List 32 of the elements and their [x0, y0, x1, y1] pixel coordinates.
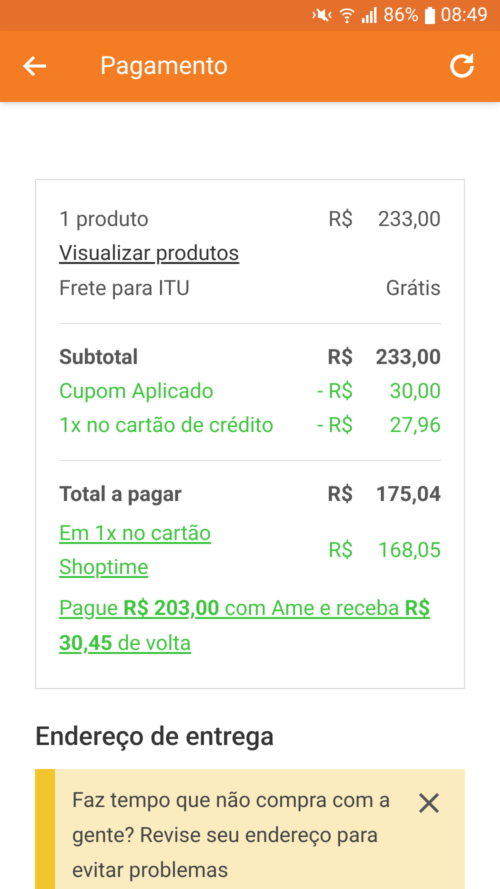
- battery-percentage: 86%: [383, 2, 419, 28]
- currency-label: R$: [328, 538, 353, 565]
- amount: Grátis: [386, 276, 441, 303]
- summary-label: 1 produto: [59, 207, 150, 234]
- wifi-icon: [339, 7, 356, 24]
- amount: 175,04: [374, 482, 441, 509]
- currency-label: R$: [327, 345, 353, 372]
- section-heading: Endereço de entrega: [35, 721, 276, 754]
- currency-label: R$: [327, 482, 353, 509]
- summary-label: Frete para ITU: [59, 276, 191, 303]
- view-products-link[interactable]: Visualizar produtos: [59, 242, 240, 266]
- currency-label: - R$: [317, 413, 353, 440]
- amount: 233,00: [374, 345, 441, 372]
- amount: 168,05: [376, 538, 441, 565]
- page-title: Pagamento: [100, 50, 230, 83]
- signal-icon: [361, 7, 378, 24]
- summary-label: Total a pagar: [59, 482, 183, 509]
- close-icon: [418, 792, 440, 814]
- clock: 08:49: [440, 2, 488, 28]
- summary-label: Cupom Aplicado: [59, 379, 215, 406]
- amount: 30,00: [388, 379, 441, 406]
- summary-label: 1x no cartão de crédito: [59, 413, 275, 440]
- battery-icon: [424, 6, 435, 24]
- cashback-link[interactable]: Pague R$ 203,00 com Ame e receba R$ 30,45 de volta: [59, 592, 441, 662]
- back-arrow-icon: [23, 55, 47, 78]
- currency-label: - R$: [317, 379, 353, 406]
- currency-label: R$: [328, 207, 353, 234]
- mute-icon: [311, 7, 334, 24]
- alert-message: Faz tempo que não compra com a gente? Revise seu endereço para evitar problemas: [72, 788, 392, 885]
- amount: 233,00: [376, 207, 441, 234]
- summary-label: Subtotal: [59, 345, 140, 372]
- amount: 27,96: [388, 413, 441, 440]
